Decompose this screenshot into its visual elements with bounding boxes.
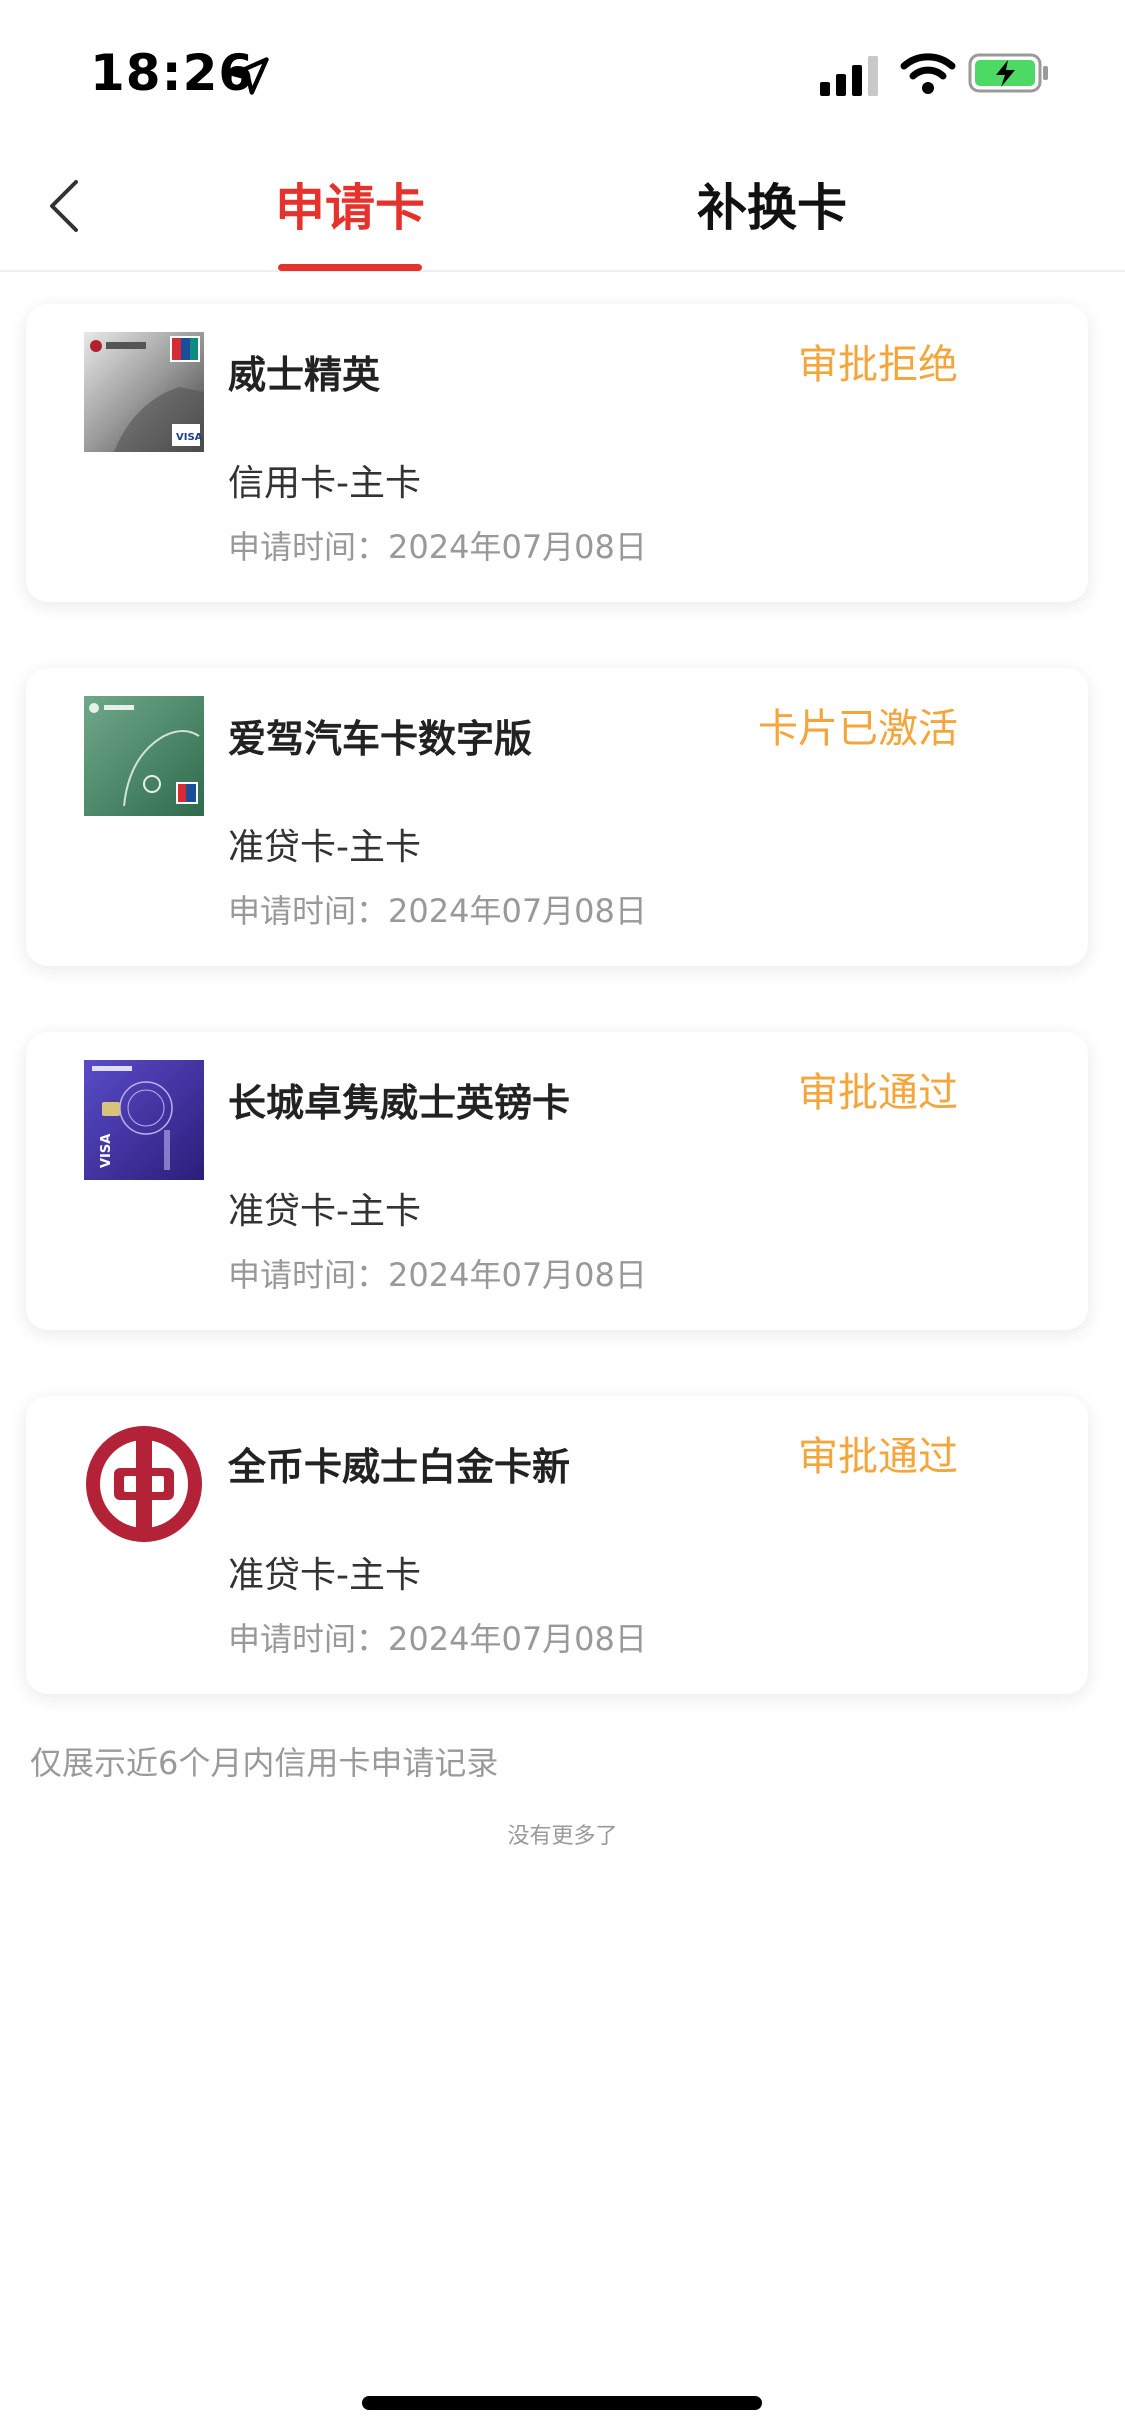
card-type: 准贷卡-主卡: [228, 827, 421, 868]
status-bar: 18:26: [0, 0, 1125, 140]
visa-platinum-card-icon: VISA: [84, 332, 204, 452]
wifi-icon: [900, 53, 956, 94]
card-type: 准贷卡-主卡: [228, 1191, 421, 1232]
status-badge: 卡片已激活: [758, 706, 958, 752]
application-card[interactable]: 全币卡威士白金卡新 审批通过 准贷卡-主卡 申请时间：2024年07月08日: [26, 1396, 1088, 1694]
nav-bar: 申请卡 补换卡: [0, 140, 1125, 272]
car-card-icon: [84, 696, 204, 816]
tab-apply-card[interactable]: 申请卡: [250, 168, 450, 272]
gbp-card-icon: VISA: [84, 1060, 204, 1180]
svg-text:VISA: VISA: [176, 432, 203, 443]
bank-logo-icon: [86, 1426, 202, 1542]
apply-time-label: 申请时间：: [228, 892, 389, 930]
active-tab-indicator: [278, 264, 422, 271]
application-card[interactable]: VISA 威士精英 审批拒绝 信用卡-主卡 申请时间：2024年07月08日: [26, 304, 1088, 602]
apply-time-value: 2024年07月08日: [388, 1256, 647, 1294]
back-chevron-icon[interactable]: [36, 170, 96, 240]
apply-time: 申请时间：2024年07月08日: [228, 1250, 647, 1296]
tab-replace-card[interactable]: 补换卡: [672, 168, 872, 272]
battery-charging-icon: [968, 53, 1048, 93]
location-arrow-icon: [231, 57, 269, 95]
status-badge: 审批拒绝: [798, 342, 958, 388]
apply-time: 申请时间：2024年07月08日: [228, 522, 647, 568]
card-type: 信用卡-主卡: [228, 463, 421, 504]
svg-text:VISA: VISA: [99, 1134, 114, 1168]
card-type: 准贷卡-主卡: [228, 1555, 421, 1596]
card-name: 全币卡威士白金卡新: [228, 1445, 571, 1489]
no-more-text: 没有更多了: [507, 1824, 618, 1849]
records-footnote: 仅展示近6个月内信用卡申请记录: [30, 1744, 499, 1782]
status-badge: 审批通过: [798, 1434, 958, 1480]
apply-time: 申请时间：2024年07月08日: [228, 886, 647, 932]
apply-time-label: 申请时间：: [228, 1620, 389, 1658]
apply-time-value: 2024年07月08日: [388, 528, 647, 566]
page: 18:26 申请卡 补换卡 VISA 威士精英 审批拒绝 信用卡-主卡 申请时间…: [0, 0, 1125, 2435]
apply-time-value: 2024年07月08日: [388, 892, 647, 930]
application-card[interactable]: VISA 长城卓隽威士英镑卡 审批通过 准贷卡-主卡 申请时间：2024年07月…: [26, 1032, 1088, 1330]
card-name: 长城卓隽威士英镑卡: [228, 1081, 571, 1125]
cellular-signal-icon: [820, 56, 878, 96]
apply-time-label: 申请时间：: [228, 528, 389, 566]
card-name: 威士精英: [228, 353, 381, 397]
home-indicator[interactable]: [362, 2396, 762, 2410]
apply-time-label: 申请时间：: [228, 1256, 389, 1294]
application-card[interactable]: 爱驾汽车卡数字版 卡片已激活 准贷卡-主卡 申请时间：2024年07月08日: [26, 668, 1088, 966]
apply-time: 申请时间：2024年07月08日: [228, 1614, 647, 1660]
card-name: 爱驾汽车卡数字版: [228, 717, 533, 761]
apply-time-value: 2024年07月08日: [388, 1620, 647, 1658]
status-badge: 审批通过: [798, 1070, 958, 1116]
